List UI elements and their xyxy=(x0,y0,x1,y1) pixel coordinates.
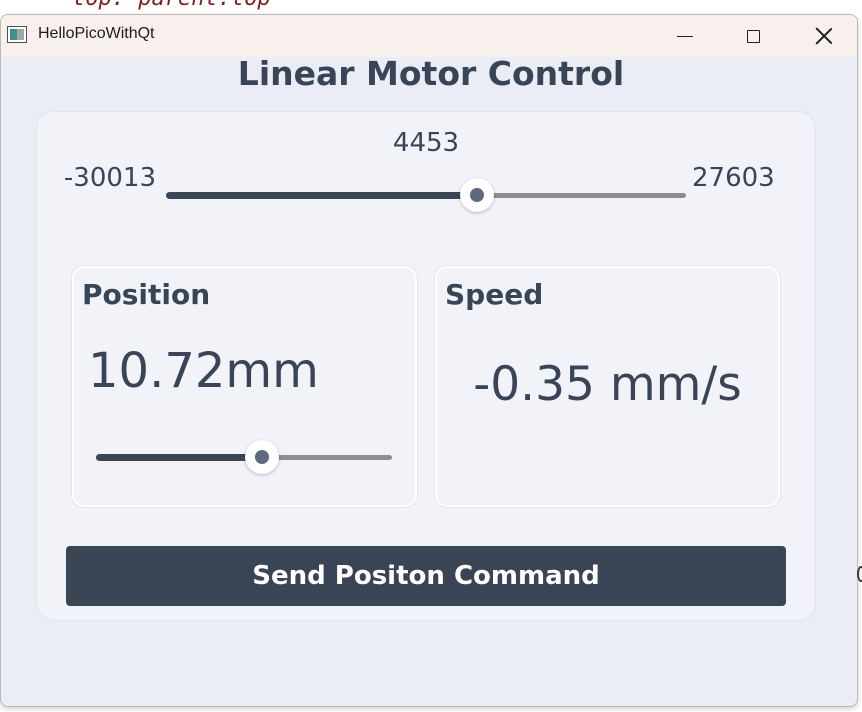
speed-value: -0.35 mm/s xyxy=(473,357,742,412)
slider-fill xyxy=(166,191,478,199)
window-title: HelloPicoWithQt xyxy=(38,25,155,42)
position-indicator-slider[interactable] xyxy=(96,440,392,474)
slider-handle[interactable] xyxy=(460,178,495,212)
qt-window-icon xyxy=(7,26,27,43)
send-position-command-button[interactable]: Send Positon Command xyxy=(66,546,786,606)
target-value-label: 4453 xyxy=(392,128,460,158)
speed-title: Speed xyxy=(445,278,544,311)
maximize-icon xyxy=(746,29,760,43)
close-button[interactable] xyxy=(790,15,857,57)
background-code-text: top: parent.top xyxy=(72,0,271,11)
target-position-slider[interactable] xyxy=(166,178,686,212)
slider-max-label: 27603 xyxy=(692,163,775,193)
position-slider-handle[interactable] xyxy=(244,440,279,474)
slider-min-label: -30013 xyxy=(63,163,156,193)
minimize-button[interactable] xyxy=(651,15,719,57)
background-edge-glyph xyxy=(857,566,862,582)
position-slider-fill xyxy=(96,453,262,461)
maximize-button[interactable] xyxy=(719,15,787,57)
position-title: Position xyxy=(82,278,211,311)
title-bar[interactable]: HelloPicoWithQt xyxy=(1,15,857,57)
page-title: Linear Motor Control xyxy=(237,54,625,93)
close-icon xyxy=(815,27,833,45)
position-value: 10.72mm xyxy=(88,343,319,399)
minimize-icon xyxy=(677,35,693,37)
